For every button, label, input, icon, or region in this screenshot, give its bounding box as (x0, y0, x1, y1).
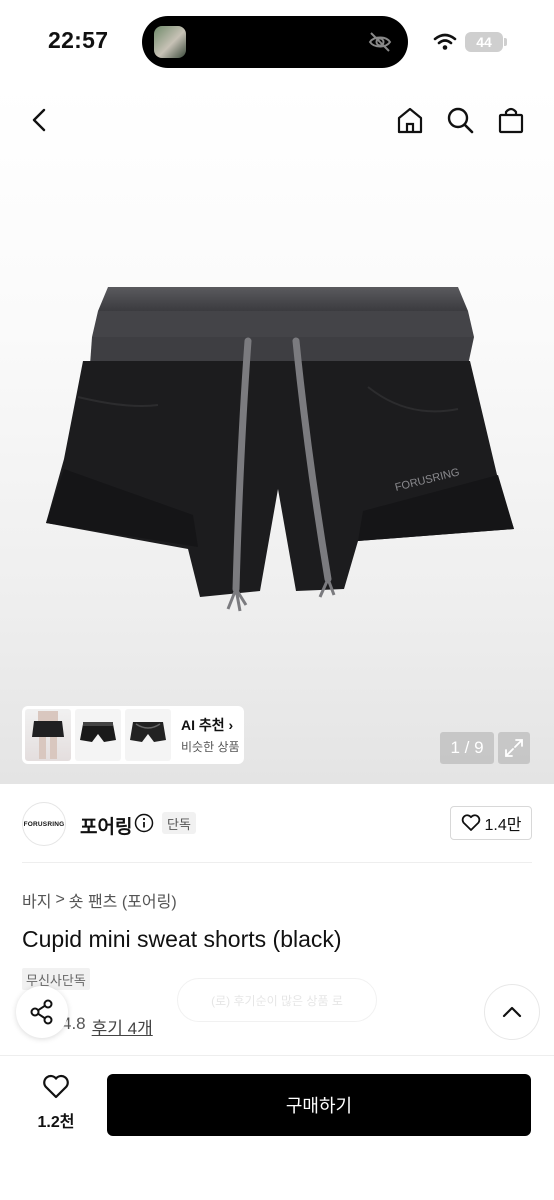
heart-icon (461, 814, 480, 831)
brand-name[interactable]: 포어링 (80, 812, 132, 839)
thumbnail-3[interactable] (125, 709, 171, 761)
share-button[interactable] (16, 986, 68, 1038)
review-link[interactable]: 후기 4개 (92, 1014, 153, 1039)
product-title: Cupid mini sweat shorts (black) (22, 926, 342, 952)
ai-recommend-subtitle: 비슷한 상품 (181, 740, 240, 754)
scroll-top-button[interactable] (484, 984, 540, 1040)
breadcrumb-separator: > (55, 891, 65, 908)
product-image: FORUSRING (46, 287, 514, 612)
bag-icon (498, 107, 524, 134)
brand-row: FORUSRING 포어링 단독 1.4만 (22, 800, 532, 848)
product-like-button[interactable]: 1.2천 (22, 1074, 90, 1132)
wifi-icon (433, 33, 457, 50)
exclusive-badge: 단독 (162, 812, 196, 834)
ai-recommend-title: AI 추천 › (181, 715, 240, 735)
back-icon (32, 108, 46, 132)
product-gallery[interactable]: FORUSRING AI 추천 › 비슷한 상품 1 / 9 (0, 84, 554, 784)
thumbnail-2[interactable] (75, 709, 121, 761)
ai-recommend-text[interactable]: AI 추천 › 비슷한 상품 (181, 715, 240, 755)
home-button[interactable] (392, 102, 428, 138)
expand-button[interactable] (498, 732, 530, 764)
buy-button[interactable]: 구매하기 (107, 1074, 531, 1136)
product-like-count: 1.2천 (37, 1114, 75, 1131)
breadcrumb-subcategory[interactable]: 숏 팬츠 (포어링) (69, 888, 177, 912)
thumbnail-1[interactable] (25, 709, 71, 761)
expand-icon (505, 739, 523, 757)
bottom-action-bar: 1.2천 구매하기 (0, 1055, 554, 1200)
search-button[interactable] (442, 102, 478, 138)
rating-row[interactable]: 4.8 후기 4개 (62, 1014, 153, 1039)
divider (22, 862, 532, 863)
search-icon (447, 107, 474, 134)
heart-icon (43, 1074, 69, 1099)
status-time: 22:57 (48, 27, 109, 53)
battery-indicator: 44 (465, 32, 507, 52)
muted-eye-icon (368, 32, 392, 52)
chevron-right-icon: › (228, 717, 234, 733)
status-bar: 22:57 44 (0, 0, 554, 84)
thumbnail-shorts-back-image (130, 722, 166, 742)
brand-like-button[interactable]: 1.4만 (450, 806, 532, 840)
status-right: 44 (433, 29, 507, 55)
ai-recommend-label: AI 추천 (181, 717, 225, 733)
thumbnail-model-image (32, 711, 64, 759)
back-button[interactable] (22, 102, 58, 138)
island-thumbnail (154, 26, 186, 58)
chevron-up-icon (502, 1006, 522, 1018)
brand-like-count: 1.4만 (484, 817, 522, 834)
breadcrumb: 바지 > 숏 팬츠 (포어링) (22, 888, 177, 912)
ai-recommend-card[interactable]: AI 추천 › 비슷한 상품 (22, 706, 244, 764)
faded-pill: (로) 후기순이 많은 상품 로 (177, 978, 377, 1022)
info-icon[interactable] (134, 813, 154, 833)
share-icon (30, 999, 53, 1025)
cart-button[interactable] (493, 102, 529, 138)
dynamic-island (142, 16, 408, 68)
breadcrumb-category[interactable]: 바지 (22, 888, 51, 912)
home-icon (397, 107, 423, 134)
thumbnail-shorts-image (80, 722, 116, 742)
brand-logo[interactable]: FORUSRING (22, 802, 66, 846)
image-pager: 1 / 9 (440, 732, 494, 764)
